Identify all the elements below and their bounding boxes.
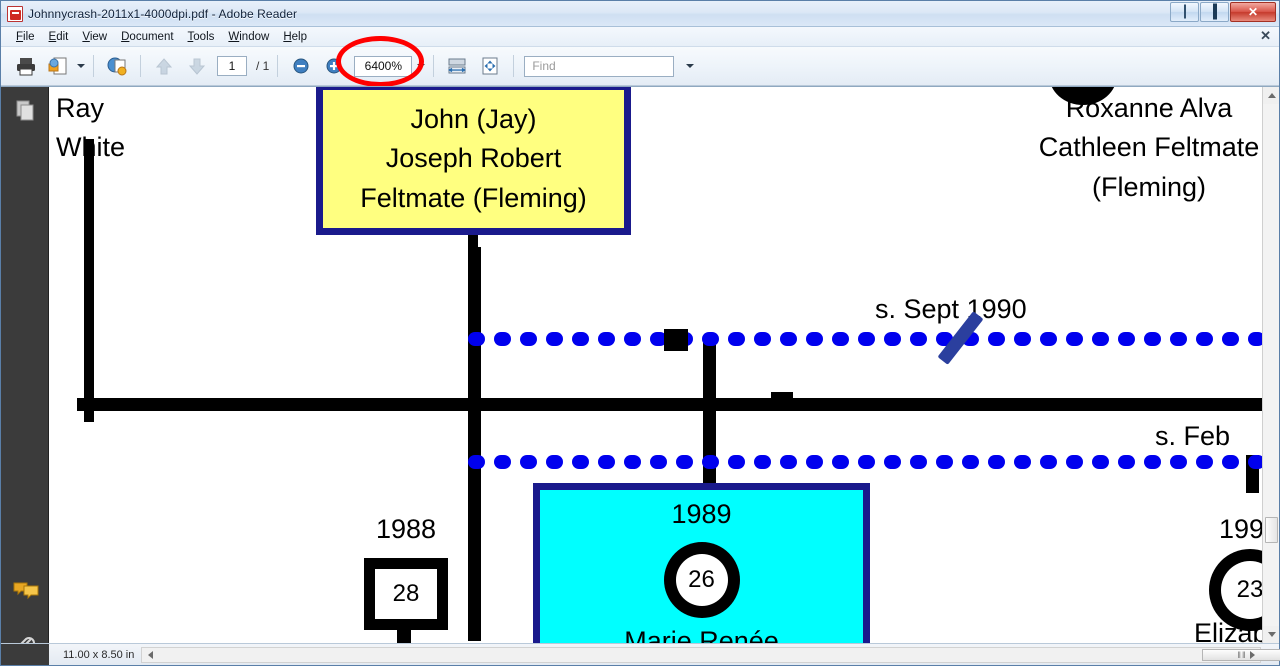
close-icon: ✕	[1247, 5, 1259, 19]
node-child-1989-name: Marie Renée	[624, 626, 779, 643]
fit-width-icon	[448, 58, 467, 74]
toolbar-separator	[433, 55, 435, 77]
page-total-label: / 1	[256, 59, 270, 73]
node-john-jay-box: John (Jay) Joseph Robert Feltmate (Flemi…	[316, 87, 631, 235]
minimize-icon	[1183, 4, 1186, 19]
navigation-pane	[1, 87, 49, 643]
attachments-paperclip-icon[interactable]	[13, 633, 37, 643]
menu-help[interactable]: Help	[276, 29, 314, 45]
node-roxanne: Roxanne Alva Cathleen Feltmate (Fleming)	[1038, 93, 1260, 202]
minimize-button[interactable]	[1170, 2, 1199, 22]
find-input[interactable]: Find	[524, 55, 675, 77]
scroll-left-button[interactable]	[143, 648, 157, 662]
title-bar: Johnnycrash-2011x1-4000dpi.pdf - Adobe R…	[1, 1, 1279, 27]
toolbar-separator	[277, 55, 279, 77]
marriage-marker-square-1	[664, 329, 688, 351]
vertical-line-left	[468, 247, 481, 641]
menu-tools[interactable]: Tools	[181, 29, 222, 45]
pdf-document-icon	[7, 5, 23, 22]
marriage-line-2	[468, 455, 1279, 469]
find-dropdown-caret[interactable]	[686, 64, 695, 68]
send-file-icon	[48, 57, 67, 75]
restore-button[interactable]	[1200, 2, 1229, 22]
window-title: Johnnycrash-2011x1-4000dpi.pdf - Adobe R…	[28, 6, 298, 21]
marriage-marker-square-2	[771, 392, 793, 410]
email-dropdown-caret[interactable]	[77, 64, 85, 68]
fit-width-button[interactable]	[442, 52, 472, 80]
toolbar: 1 / 1 6400% Find	[1, 35, 1279, 87]
descent-line-ray-white	[84, 139, 94, 422]
fit-page-button[interactable]	[475, 52, 505, 80]
horizontal-scroll-thumb[interactable]: ‖‖	[1202, 649, 1280, 661]
zoom-control: 6400%	[336, 35, 426, 87]
node-child-1989-female-symbol: 26	[663, 542, 740, 618]
node-child-199x-name: Elizab	[1194, 618, 1268, 643]
zoom-value-field[interactable]: 6400%	[354, 55, 413, 77]
menu-view[interactable]: View	[75, 29, 114, 45]
node-child-199x-year: 199	[1219, 514, 1265, 544]
zoom-in-button[interactable]	[319, 52, 349, 80]
node-child-1988-male-symbol: 28	[364, 558, 448, 630]
node-child-1989-age: 26	[675, 554, 728, 606]
menu-window[interactable]: Window	[221, 29, 276, 45]
toolbar-separator	[513, 55, 515, 77]
comments-icon[interactable]	[13, 581, 39, 605]
fit-page-icon	[482, 57, 498, 75]
node-john-jay-text: John (Jay) Joseph Robert Feltmate (Flemi…	[360, 103, 587, 213]
toolbar-separator	[140, 55, 141, 77]
restore-icon	[1212, 3, 1217, 20]
zoom-in-icon	[326, 58, 342, 74]
vertical-scroll-thumb[interactable]	[1265, 517, 1278, 543]
main-area: Ray White John (Jay) Joseph Robert Feltm…	[1, 86, 1279, 643]
arrow-down-icon	[188, 58, 206, 75]
scroll-down-button[interactable]	[1263, 626, 1279, 643]
email-file-button[interactable]	[44, 52, 74, 80]
page-number-input[interactable]: 1	[217, 56, 247, 76]
scroll-right-button[interactable]	[1245, 648, 1259, 662]
zoom-out-icon	[293, 58, 309, 74]
zoom-dropdown-caret[interactable]	[417, 64, 426, 68]
print-button[interactable]	[11, 52, 41, 80]
annotation-marriage-1: s. Sept 1990	[875, 294, 1027, 324]
menu-bar: File Edit View Document Tools Window Hel…	[1, 27, 1279, 47]
close-document-icon[interactable]: ✕	[1260, 29, 1271, 43]
node-child-1989-box: 1989 26 Marie Renée	[533, 483, 870, 643]
arrow-up-icon	[155, 58, 173, 75]
vertical-scrollbar[interactable]	[1262, 87, 1279, 643]
menu-edit[interactable]: Edit	[42, 29, 76, 45]
menu-file[interactable]: File	[9, 29, 42, 45]
node-child-1988-age: 28	[375, 569, 437, 619]
window-controls: ✕	[1170, 2, 1276, 22]
adobe-reader-window: Johnnycrash-2011x1-4000dpi.pdf - Adobe R…	[0, 0, 1280, 666]
annotation-marriage-2: s. Feb	[1155, 421, 1231, 451]
toolbar-separator	[93, 55, 94, 77]
menu-document[interactable]: Document	[114, 29, 180, 45]
horizontal-descent-line	[77, 398, 1279, 411]
next-page-button[interactable]	[182, 52, 212, 80]
status-bar-navpane-filler	[1, 644, 49, 665]
pdf-page-canvas: Ray White John (Jay) Joseph Robert Feltm…	[49, 87, 1279, 643]
close-button[interactable]: ✕	[1230, 2, 1276, 22]
create-pdf-button[interactable]	[102, 52, 132, 80]
node-child-1989-year: 1989	[671, 498, 732, 529]
status-bar: 11.00 x 8.50 in ‖‖	[1, 643, 1280, 665]
create-pdf-icon	[107, 57, 127, 76]
zoom-out-button[interactable]	[286, 52, 316, 80]
node-child-1988-stem	[397, 630, 411, 643]
pages-thumbnails-icon[interactable]	[13, 99, 37, 123]
scroll-up-button[interactable]	[1263, 87, 1279, 104]
previous-page-button[interactable]	[149, 52, 179, 80]
document-pane[interactable]: Ray White John (Jay) Joseph Robert Feltm…	[49, 87, 1279, 643]
node-child-1988-year: 1988	[375, 514, 437, 544]
marriage-line-1	[468, 332, 1279, 346]
page-size-label: 11.00 x 8.50 in	[63, 648, 135, 661]
printer-icon	[17, 58, 35, 76]
horizontal-scrollbar[interactable]: ‖‖	[141, 647, 1280, 663]
